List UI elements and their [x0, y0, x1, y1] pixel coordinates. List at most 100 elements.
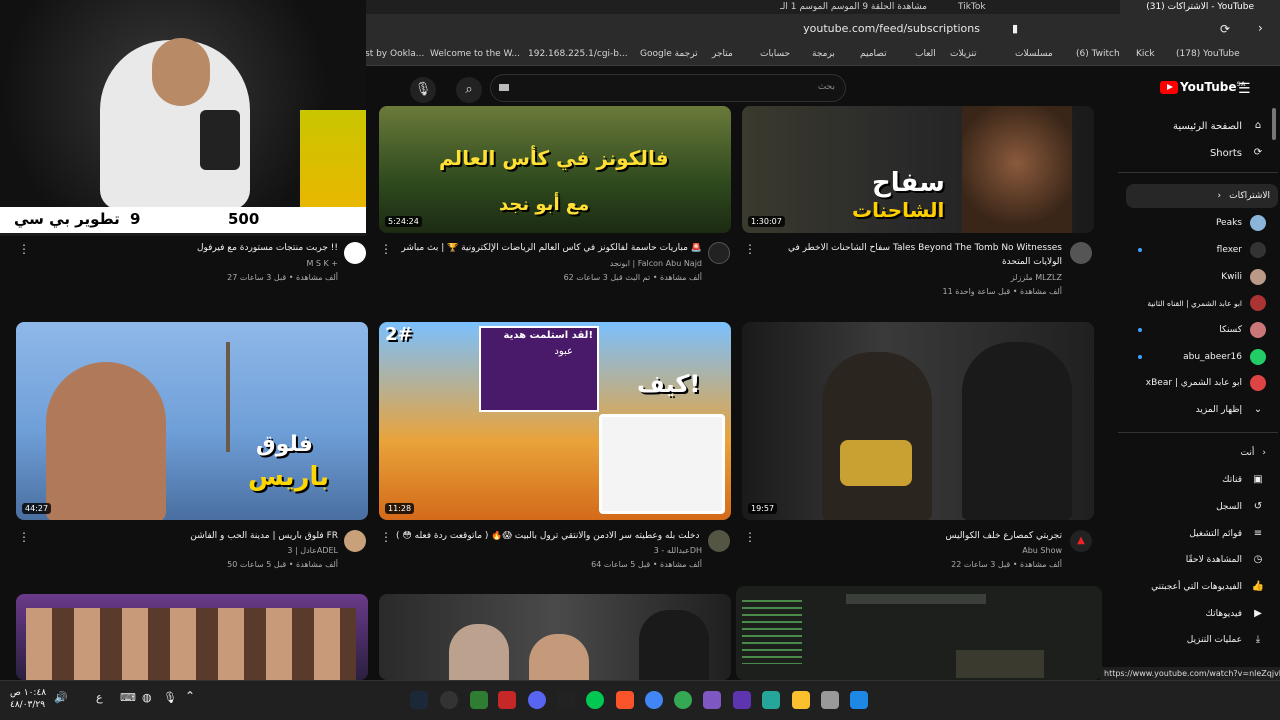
app-teal-icon[interactable] — [762, 691, 780, 709]
more-options-icon[interactable]: ⋮ — [380, 530, 392, 544]
menu-icon[interactable]: ☰ — [1238, 81, 1252, 97]
terminal-icon[interactable] — [557, 691, 575, 709]
channel-avatar[interactable] — [344, 530, 366, 552]
video-thumbnail[interactable]: سفاح الشاحنات 1:30:07 — [742, 106, 1094, 233]
chrome-profile-icon[interactable] — [674, 691, 692, 709]
bookmark-welcome[interactable]: Welcome to the W... — [430, 49, 520, 59]
app-purple-icon[interactable] — [703, 691, 721, 709]
volume-icon[interactable]: 🔊 — [54, 691, 68, 704]
video-thumbnail[interactable]: 19:57 — [742, 322, 1094, 520]
bookmark-folder-games[interactable]: العاب — [915, 49, 936, 59]
video-title[interactable]: تجربتي كمصارع خلف الكواليس — [760, 531, 1063, 541]
mic-tray-icon[interactable]: 🎙 — [163, 691, 177, 704]
sidebar-channel-flexer[interactable]: flexer — [1126, 238, 1266, 262]
bookmark-folder-accounts[interactable]: حسابات — [760, 49, 790, 59]
sidebar-channel-abuabeer[interactable]: abu_abeer16 — [1126, 345, 1266, 369]
more-options-icon[interactable]: ⋮ — [744, 530, 756, 544]
windows-start-icon[interactable] — [850, 691, 868, 709]
language-indicator[interactable]: ع — [96, 691, 103, 704]
bookmark-folder-programming[interactable]: برمجة — [812, 49, 835, 59]
tab-tiktok[interactable]: TikTok — [958, 0, 1078, 14]
bookmark-folder-designs[interactable]: تصاميم — [860, 49, 887, 59]
bookmark-router[interactable]: 192.168.225.1/cgi-b... — [528, 49, 628, 59]
file-explorer-icon[interactable] — [792, 691, 810, 709]
system-clock[interactable]: ١٠:٤٨ ص ٤٨/٠٣/٢٩ — [10, 687, 46, 711]
sidebar-item-history[interactable]: السجل ↺ — [1126, 495, 1266, 519]
video-thumbnail-live-game[interactable] — [736, 586, 1102, 680]
video-thumbnail[interactable] — [16, 594, 368, 680]
sidebar-scrollbar[interactable] — [1272, 108, 1276, 140]
channel-avatar[interactable] — [708, 530, 730, 552]
more-options-icon[interactable]: ⋮ — [380, 242, 392, 256]
video-channel[interactable]: عادل | 3ADEL — [34, 546, 338, 555]
green-app-icon[interactable] — [586, 691, 604, 709]
url-field[interactable]: youtube.com/feed/subscriptions — [730, 22, 980, 35]
more-options-icon[interactable]: ⋮ — [18, 242, 30, 256]
bookmark-twitch[interactable]: (6) Twitch — [1076, 49, 1120, 59]
video-title[interactable]: دخلت بله وعطيته سر الادمن والانتقي ترول … — [396, 531, 702, 541]
search-input[interactable]: بحث — [490, 74, 846, 102]
video-channel[interactable]: عبدالله - 3DH — [396, 546, 702, 555]
channel-avatar[interactable] — [1070, 242, 1092, 264]
more-options-icon[interactable]: ⋮ — [744, 242, 756, 256]
keyboard-icon[interactable]: ⌨ — [120, 691, 136, 704]
bookmark-icon[interactable]: ▮ — [1012, 22, 1018, 35]
app-red-icon[interactable] — [498, 691, 516, 709]
video-channel[interactable]: ملززلز MLZLZ — [760, 273, 1062, 282]
search-icon[interactable]: ⌕ — [456, 77, 482, 103]
sidebar-channel-peaks[interactable]: Peaks — [1126, 211, 1266, 235]
back-icon[interactable]: › — [1258, 21, 1263, 35]
app-play-icon[interactable] — [470, 691, 488, 709]
sidebar-channel-abuabed2[interactable]: ابو عابد الشمري | القناه الثانية — [1126, 291, 1266, 315]
channel-avatar[interactable] — [344, 242, 366, 264]
tab-episode[interactable]: مشاهدة الحلقة 9 الموسم الموسم 1 الـ — [780, 0, 930, 14]
bookmark-folder-series[interactable]: مسلسلات — [1015, 49, 1053, 59]
video-title[interactable]: جربت منتجات مستوردة مع فيرفول !! — [34, 243, 338, 253]
video-thumbnail[interactable]: فالكونز في كأس العالم مع أبو نجد 5:24:24 — [379, 106, 731, 233]
sidebar-item-watch-later[interactable]: المشاهدة لاحقًا ◷ — [1126, 548, 1266, 572]
video-channel[interactable]: Abu Show — [760, 546, 1062, 555]
discord-icon[interactable] — [528, 691, 546, 709]
video-channel[interactable]: ابونجد | Falcon Abu Najd — [396, 259, 702, 268]
app-purple2-icon[interactable] — [733, 691, 751, 709]
youtube-logo[interactable]: YouTubeSA — [1160, 80, 1245, 94]
bookmark-folder-stores[interactable]: متاجر — [712, 49, 733, 59]
sidebar-channel-kasnaka[interactable]: كسنكا — [1126, 318, 1266, 342]
reload-icon[interactable]: ⟳ — [1220, 22, 1230, 36]
bookmark-ookla[interactable]: st by Ookla... — [365, 49, 424, 59]
sidebar-item-home[interactable]: الصفحة الرئيسية ⌂ — [1126, 114, 1266, 138]
chrome-icon[interactable] — [645, 691, 663, 709]
brave-icon[interactable] — [616, 691, 634, 709]
video-title[interactable]: سفاح الشاحنات الأخطر في Tales Beyond The… — [760, 243, 1062, 253]
sidebar-channel-xbear[interactable]: xBear | ابو عابد الشمري — [1126, 371, 1266, 395]
network-icon[interactable]: ◍ — [142, 691, 152, 704]
voice-search-icon[interactable]: 🎙 — [410, 77, 436, 103]
steam-icon[interactable] — [410, 691, 428, 709]
bookmark-folder-downloads[interactable]: تنزيلات — [950, 49, 977, 59]
obs-icon[interactable] — [440, 691, 458, 709]
channel-avatar[interactable]: ▲ — [1070, 530, 1092, 552]
tray-chevron-icon[interactable]: ⌃ — [185, 689, 195, 703]
bookmark-translate[interactable]: Google ترجمة — [640, 49, 698, 59]
channel-avatar[interactable] — [708, 242, 730, 264]
bookmark-kick[interactable]: Kick — [1136, 49, 1155, 59]
sidebar-you-header[interactable]: أنت › — [1126, 441, 1266, 465]
app-window-icon[interactable] — [821, 691, 839, 709]
tab-youtube-subscriptions[interactable]: (31) الاشتراكات - YouTube — [1120, 0, 1280, 14]
sidebar-item-your-channel[interactable]: قناتك ▣ — [1126, 468, 1266, 492]
video-title[interactable]: فلوق باريس | مدينة الحب و الفاشن FR — [34, 531, 338, 541]
video-thumbnail[interactable] — [379, 594, 731, 680]
bookmark-youtube[interactable]: (178) YouTube — [1176, 49, 1240, 59]
sidebar-show-more[interactable]: إظهار المزيد ⌄ — [1126, 398, 1266, 422]
video-thumbnail[interactable]: فلوق باريس 44:27 — [16, 322, 368, 520]
video-channel[interactable]: M S K + — [34, 259, 338, 268]
video-thumbnail[interactable]: 2# لقد استلمت هدية! عبود كيف! 11:28 — [379, 322, 731, 520]
video-title[interactable]: مباريات حاسمة لفالكونز في كأس العالم الر… — [396, 243, 702, 253]
sidebar-item-shorts[interactable]: Shorts ⟳ — [1126, 141, 1266, 165]
sidebar-channel-kwili[interactable]: Kwili — [1126, 265, 1266, 289]
sidebar-item-subscriptions[interactable]: الاشتراكات › — [1126, 184, 1278, 208]
sidebar-item-downloads[interactable]: عمليات التنزيل ⤓ — [1126, 628, 1266, 652]
sidebar-item-liked[interactable]: الفيديوهات التي أعجبتني 👍 — [1126, 575, 1266, 599]
more-options-icon[interactable]: ⋮ — [18, 530, 30, 544]
sidebar-item-playlists[interactable]: قوائم التشغيل ≡ — [1126, 522, 1266, 546]
